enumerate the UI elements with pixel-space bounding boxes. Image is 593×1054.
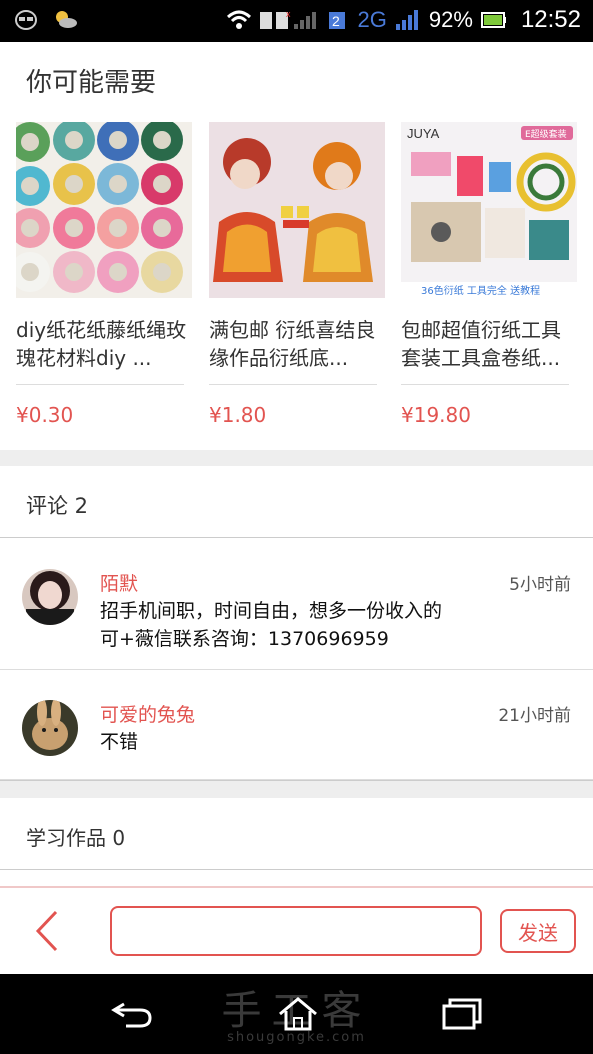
product-card[interactable]: 满包邮 衍纸喜结良缘作品衍纸底... ¥1.80 <box>209 122 385 427</box>
comment-text-line: 可+薇信联系咨询：1370696959 <box>100 628 389 650</box>
battery-percent: 92% <box>428 7 473 32</box>
works-title: 学习作品 0 <box>26 826 126 850</box>
cat-face-icon <box>15 10 37 30</box>
chevron-left-icon <box>35 910 58 952</box>
works-header: 学习作品 0 <box>0 798 593 870</box>
comment-text: 招手机间职，时间自由，想多一份收入的 可+薇信联系咨询：1370696959 <box>100 597 442 653</box>
comment-username[interactable]: 陌默 <box>100 569 138 596</box>
product-card[interactable]: JUYA E超级套装 36色衍纸 工具完全 送教程 包邮超值衍纸工具套装工具盒卷… <box>401 122 577 427</box>
divider <box>401 384 569 385</box>
comment-input-bar: 发送 <box>0 888 593 974</box>
comment-input[interactable] <box>110 906 482 956</box>
comments-title: 评论 2 <box>26 494 89 518</box>
avatar[interactable] <box>22 700 78 756</box>
avatar[interactable] <box>22 569 78 625</box>
footer-text: 36色衍纸 工具完全 送教程 <box>421 284 540 297</box>
comment-text: 不错 <box>100 731 139 753</box>
comment-time: 21小时前 <box>498 706 571 726</box>
divider <box>16 384 184 385</box>
brand-text: JUYA <box>407 126 440 141</box>
sim1-no-signal-icon: x <box>259 9 316 29</box>
divider <box>209 384 377 385</box>
section-title: 你可能需要 <box>26 68 157 98</box>
product-image-wedding-quilling[interactable] <box>209 122 385 298</box>
comment-item: 可爱的兔兔 21小时前 不错 <box>0 670 593 780</box>
section-gap <box>0 450 593 466</box>
product-name: diy纸花纸藤纸绳玫瑰花材料diy ... <box>16 318 187 370</box>
sim2-signal-icon: 2 <box>328 12 345 29</box>
weather-icon <box>56 11 77 28</box>
watermark-en: shougongke.com <box>227 1030 366 1045</box>
back-arrow-icon <box>111 1002 152 1028</box>
send-button[interactable]: 发送 <box>500 909 576 953</box>
svg-text:x: x <box>286 9 291 19</box>
wifi-icon <box>226 10 251 29</box>
badge-text: E超级套装 <box>525 128 567 140</box>
battery-icon <box>480 12 506 28</box>
product-price: ¥19.80 <box>401 403 471 427</box>
comment-item: 陌默 5小时前 招手机间职，时间自由，想多一份收入的 可+薇信联系咨询：1370… <box>0 539 593 670</box>
product-image-paper-roses[interactable] <box>16 122 192 298</box>
recent-apps-icon <box>442 998 482 1030</box>
nav-recents-button[interactable] <box>440 996 484 1032</box>
recommendations-section: 你可能需要 diy纸花纸藤纸绳玫瑰花材料diy ... ¥0.30 满包邮 衍纸… <box>0 42 593 450</box>
comment-text-line: 招手机间职，时间自由，想多一份收入的 <box>100 600 443 622</box>
back-button[interactable] <box>28 908 68 954</box>
product-name: 满包邮 衍纸喜结良缘作品衍纸底... <box>209 318 376 370</box>
comment-username[interactable]: 可爱的兔兔 <box>100 700 195 727</box>
product-price: ¥0.30 <box>16 403 74 427</box>
product-name: 包邮超值衍纸工具套装工具盒卷纸... <box>401 318 561 370</box>
home-icon <box>279 997 317 1031</box>
clock: 12:52 <box>520 6 581 33</box>
comment-time: 5小时前 <box>509 575 571 595</box>
system-nav-bar: 手工客 shougongke.com <box>0 974 593 1054</box>
svg-text:2: 2 <box>332 13 340 29</box>
nav-back-button[interactable] <box>110 996 154 1032</box>
section-gap <box>0 780 593 798</box>
comments-header: 评论 2 <box>0 466 593 538</box>
network-type: 2G <box>357 7 387 32</box>
product-image-quilling-toolkit[interactable]: JUYA E超级套装 36色衍纸 工具完全 送教程 <box>401 122 577 298</box>
product-price: ¥1.80 <box>209 403 267 427</box>
product-card[interactable]: diy纸花纸藤纸绳玫瑰花材料diy ... ¥0.30 <box>16 122 192 427</box>
status-bar: x 2 2G 92% 12:52 <box>0 0 593 42</box>
signal-bars-icon <box>395 10 418 30</box>
nav-home-button[interactable] <box>276 996 320 1032</box>
